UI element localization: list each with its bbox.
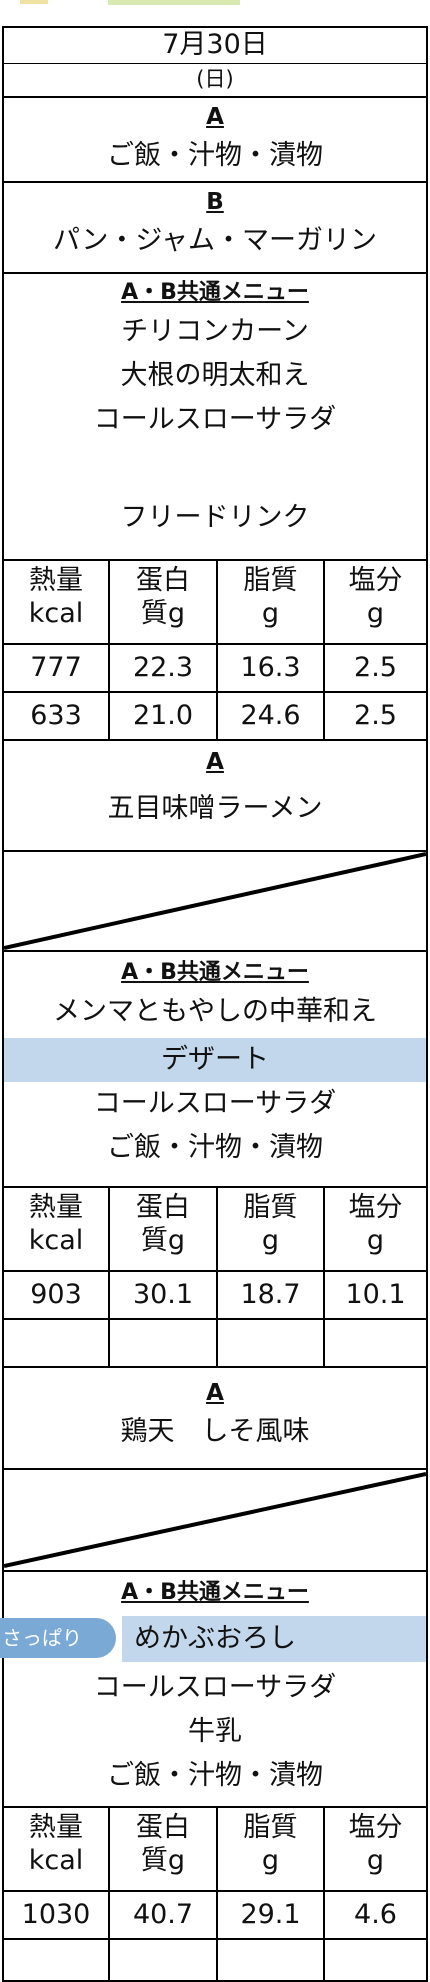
energy-header: 熱量 kcal <box>4 1808 110 1890</box>
protein-header: 蛋白 質g <box>110 1188 218 1270</box>
meal3-nutrition-header: 熱量 kcal 蛋白 質g 脂質 g 塩分 g <box>4 1808 426 1892</box>
meal2-b-empty <box>4 852 426 952</box>
meal2-common-item: コールスローサラダ <box>93 1088 337 1119</box>
meal2-values-b <box>4 1320 426 1368</box>
meal2-a-label: A <box>206 749 224 775</box>
salt-header: 塩分 g <box>348 1812 403 1876</box>
meal2-a-item: 五目味噌ラーメン <box>107 793 323 824</box>
meal1-common-label: A・B共通メニュー <box>121 280 309 305</box>
energy-value: 777 <box>4 645 110 691</box>
meal1-a-label: A <box>206 104 224 130</box>
meal1-common-item: チリコンカーン <box>121 316 309 347</box>
meal2-common-item: ご飯・汁物・漬物 <box>107 1132 323 1163</box>
weekday-row: (日) <box>4 64 426 98</box>
meal1-a-section: A ご飯・汁物・漬物 <box>4 98 426 183</box>
meal3-common-item: めかぶおろし <box>134 1623 296 1654</box>
salt-header: 塩分 g <box>348 565 403 629</box>
weekday-label: (日) <box>196 67 234 91</box>
protein-value: 30.1 <box>110 1272 218 1318</box>
salt-value: 4.6 <box>354 1899 397 1930</box>
diagonal-slash <box>4 852 426 950</box>
meal1-a-item: ご飯・汁物・漬物 <box>107 140 323 171</box>
meal1-values-b: 633 21.0 24.6 2.5 <box>4 693 426 741</box>
meal2-common-section: A・B共通メニュー メンマともやしの中華和え デザート コールスローサラダ ご飯… <box>4 952 426 1188</box>
top-decoration <box>0 0 430 26</box>
meal1-common-section: A・B共通メニュー チリコンカーン 大根の明太和え コールスローサラダ フリード… <box>4 274 426 561</box>
meal2-values-a: 903 30.1 18.7 10.1 <box>4 1272 426 1320</box>
energy-value: 1030 <box>4 1892 110 1938</box>
meal1-b-label: B <box>206 189 224 215</box>
energy-value <box>4 1320 110 1366</box>
meal3-b-empty <box>4 1470 426 1572</box>
meal2-a-section: A 五目味噌ラーメン <box>4 741 426 852</box>
fat-value <box>218 1320 325 1366</box>
salt-value: 2.5 <box>354 700 397 731</box>
diagonal-slash <box>4 1472 426 1568</box>
protein-header: 蛋白 質g <box>110 1808 218 1890</box>
salt-value <box>325 1940 426 1980</box>
meal2-common-item: メンマともやしの中華和え <box>53 996 377 1027</box>
meal3-common-item: ご飯・汁物・漬物 <box>107 1760 323 1791</box>
meal3-a-label: A <box>206 1380 224 1406</box>
fat-header: 脂質 g <box>218 1188 325 1270</box>
energy-header: 熱量 kcal <box>4 1188 110 1270</box>
energy-header: 熱量 kcal <box>4 561 110 643</box>
meal3-values-a: 1030 40.7 29.1 4.6 <box>4 1892 426 1940</box>
meal1-common-item: コールスローサラダ <box>93 404 337 435</box>
meal3-a-section: A 鶏天 しそ風味 <box>4 1368 426 1470</box>
date-label: 7月30日 <box>162 29 268 60</box>
meal3-common-item: 牛乳 <box>188 1716 242 1747</box>
fat-header: 脂質 g <box>218 561 325 643</box>
energy-value: 633 <box>4 693 110 739</box>
protein-header: 蛋白 質g <box>110 561 218 643</box>
energy-value: 903 <box>4 1272 110 1318</box>
menu-table: 7月30日 (日) A ご飯・汁物・漬物 B パン・ジャム・マーガリン A・B共… <box>0 26 428 1982</box>
fat-value: 16.3 <box>218 645 325 691</box>
fat-header: 脂質 g <box>218 1808 325 1890</box>
meal2-common-label: A・B共通メニュー <box>121 960 309 985</box>
meal3-common-section: A・B共通メニュー さっぱり めかぶおろし コールスローサラダ 牛乳 ご飯・汁物… <box>0 1572 426 1808</box>
decor-yellow <box>20 0 48 4</box>
meal3-first-item-row: さっぱり めかぶおろし <box>0 1610 426 1666</box>
meal3-a-item: 鶏天 しそ風味 <box>120 1416 310 1447</box>
protein-value <box>110 1940 218 1980</box>
meal1-common-item: 大根の明太和え <box>120 360 310 391</box>
salt-value: 10.1 <box>345 1279 406 1310</box>
menu-page: 7月30日 (日) A ご飯・汁物・漬物 B パン・ジャム・マーガリン A・B共… <box>0 0 430 1982</box>
energy-value <box>4 1940 110 1980</box>
meal3-values-b <box>4 1940 426 1980</box>
fat-value: 24.6 <box>218 693 325 739</box>
meal1-extra-item: フリードリンク <box>120 502 310 533</box>
fat-value <box>218 1940 325 1980</box>
protein-value <box>110 1320 218 1366</box>
meal1-nutrition-header: 熱量 kcal 蛋白 質g 脂質 g 塩分 g <box>4 561 426 645</box>
meal1-b-section: B パン・ジャム・マーガリン <box>4 183 426 274</box>
salt-header: 塩分 g <box>348 1192 403 1256</box>
protein-value: 40.7 <box>110 1892 218 1938</box>
decor-green <box>108 0 240 5</box>
meal3-common-label: A・B共通メニュー <box>121 1580 309 1605</box>
protein-value: 22.3 <box>110 645 218 691</box>
meal3-common-item: コールスローサラダ <box>93 1672 337 1703</box>
salt-value: 2.5 <box>354 652 397 683</box>
date-row: 7月30日 <box>4 28 426 64</box>
meal2-nutrition-header: 熱量 kcal 蛋白 質g 脂質 g 塩分 g <box>4 1188 426 1272</box>
protein-value: 21.0 <box>110 693 218 739</box>
meal1-values-a: 777 22.3 16.3 2.5 <box>4 645 426 693</box>
fat-value: 29.1 <box>218 1892 325 1938</box>
meal2-dessert-item: デザート <box>4 1038 426 1082</box>
fat-value: 18.7 <box>218 1272 325 1318</box>
meal1-b-item: パン・ジャム・マーガリン <box>53 225 377 256</box>
salt-value <box>325 1320 426 1366</box>
